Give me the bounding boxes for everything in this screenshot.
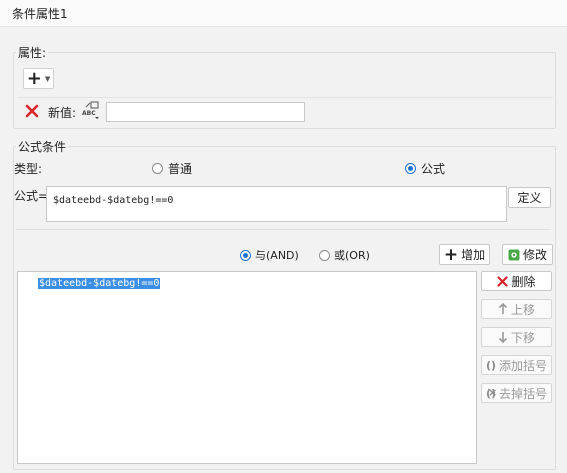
add-parentheses-label: 添加括号: [499, 358, 548, 373]
chevron-down-icon: ▼: [44, 74, 51, 83]
add-property-dropdown[interactable]: + ▼: [23, 68, 54, 89]
conditions-list[interactable]: $dateebd-$datebg!==0: [17, 271, 477, 464]
abc-type-icon[interactable]: ABC: [82, 101, 102, 121]
formula-condition-legend: 公式条件: [16, 138, 69, 155]
type-formula-label: 公式: [421, 162, 446, 176]
define-button[interactable]: 定义: [508, 187, 551, 208]
type-label: 类型:: [14, 162, 43, 176]
formula-label: 公式=: [14, 189, 49, 203]
move-down-label: 下移: [510, 330, 535, 345]
delete-property-icon[interactable]: [25, 104, 39, 118]
remove-parentheses-label: 去掉括号: [499, 386, 548, 401]
remove-parentheses-button[interactable]: () × 去掉括号: [481, 383, 552, 403]
remove-parentheses-icon: () ×: [485, 385, 498, 400]
close-icon: [497, 275, 509, 287]
radio-circle: [319, 249, 330, 261]
type-normal-label: 普通: [168, 162, 193, 176]
window-title: 条件属性1: [12, 7, 68, 21]
radio-circle: [152, 163, 163, 174]
window-title-bar: 条件属性1: [0, 0, 567, 27]
logic-and-label: 与(AND): [255, 249, 299, 262]
modify-condition-button[interactable]: 修改: [502, 244, 553, 265]
add-condition-label: 增加: [461, 248, 486, 262]
add-parentheses-button[interactable]: () 添加括号: [481, 355, 552, 375]
divider: [16, 229, 551, 230]
delete-condition-label: 删除: [511, 274, 536, 289]
radio-circle-selected: [405, 163, 416, 174]
delete-condition-button[interactable]: 删除: [481, 271, 552, 291]
move-up-label: 上移: [510, 302, 535, 317]
logic-or-radio[interactable]: 或(OR): [319, 247, 370, 263]
new-value-label: 新值:: [48, 106, 77, 120]
properties-legend: 属性:: [16, 44, 49, 61]
condition-item-text: $dateebd-$datebg!==0: [38, 278, 161, 289]
radio-circle-selected: [240, 249, 251, 261]
plus-icon: +: [443, 244, 459, 265]
new-value-input[interactable]: [106, 102, 305, 122]
plus-icon: +: [26, 67, 42, 89]
add-condition-button[interactable]: + 增加: [439, 244, 490, 265]
type-formula-radio[interactable]: 公式: [405, 160, 445, 177]
move-up-button[interactable]: 上移: [481, 299, 552, 319]
edit-icon: [508, 249, 520, 261]
move-down-button[interactable]: 下移: [481, 327, 552, 347]
abc-icon-text: ABC: [82, 110, 96, 117]
logic-and-radio[interactable]: 与(AND): [240, 247, 299, 263]
arrow-up-icon: [498, 303, 508, 314]
type-normal-radio[interactable]: 普通: [152, 160, 192, 177]
condition-item[interactable]: $dateebd-$datebg!==0: [38, 275, 161, 289]
formula-input[interactable]: $dateebd-$datebg!==0: [46, 186, 507, 222]
parentheses-icon: (): [485, 358, 497, 372]
modify-condition-label: 修改: [522, 248, 547, 262]
arrow-down-icon: [498, 332, 508, 343]
logic-or-label: 或(OR): [334, 249, 370, 262]
